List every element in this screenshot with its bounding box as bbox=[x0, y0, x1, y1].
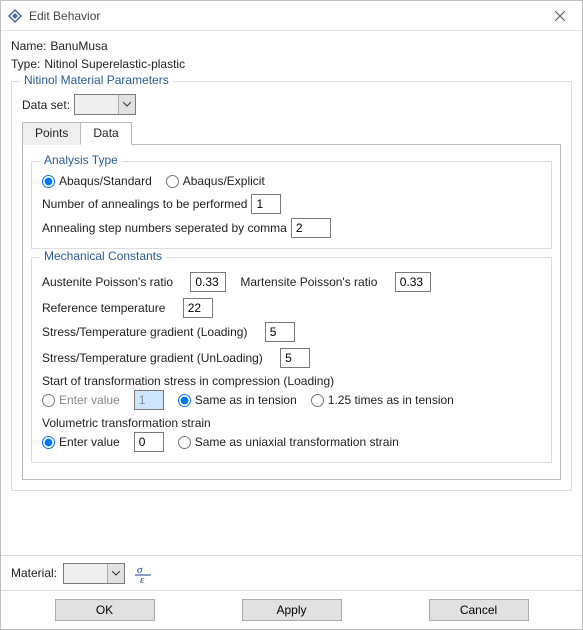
vts-header: Volumetric transformation strain bbox=[42, 416, 211, 430]
name-label: Name: bbox=[11, 39, 46, 53]
aust-input[interactable] bbox=[190, 272, 226, 292]
mech-constants-legend: Mechanical Constants bbox=[40, 249, 166, 263]
dataset-label: Data set: bbox=[22, 98, 70, 112]
radio-vts-enter-input[interactable] bbox=[42, 436, 55, 449]
dataset-combo[interactable] bbox=[74, 94, 136, 115]
type-label: Type: bbox=[11, 57, 40, 71]
close-icon bbox=[555, 11, 565, 21]
close-button[interactable] bbox=[538, 1, 582, 31]
radio-vts-same-input[interactable] bbox=[178, 436, 191, 449]
radio-vts-same[interactable]: Same as uniaxial transformation strain bbox=[178, 435, 399, 449]
radio-soc-enter[interactable]: Enter value bbox=[42, 393, 120, 407]
radio-abaqus-standard-input[interactable] bbox=[42, 175, 55, 188]
anneal-steps-input[interactable] bbox=[291, 218, 331, 238]
aust-label: Austenite Poisson's ratio bbox=[42, 275, 173, 289]
nitinol-params-group: Nitinol Material Parameters Data set: Po… bbox=[11, 81, 572, 491]
radio-vts-enter[interactable]: Enter value bbox=[42, 435, 120, 449]
ok-button[interactable]: OK bbox=[55, 599, 155, 621]
grad-unload-input[interactable] bbox=[280, 348, 310, 368]
material-bar: Material: σ ε bbox=[1, 555, 582, 590]
anneal-count-input[interactable] bbox=[251, 194, 281, 214]
cancel-button[interactable]: Cancel bbox=[429, 599, 529, 621]
nitinol-params-legend: Nitinol Material Parameters bbox=[20, 73, 173, 87]
app-icon bbox=[7, 8, 23, 24]
tabs: Points Data bbox=[22, 121, 561, 145]
tab-points[interactable]: Points bbox=[22, 122, 81, 145]
radio-soc-125-label: 1.25 times as in tension bbox=[328, 393, 454, 407]
chevron-down-icon bbox=[118, 95, 135, 114]
radio-abaqus-explicit[interactable]: Abaqus/Explicit bbox=[166, 174, 265, 188]
reft-input[interactable] bbox=[183, 298, 213, 318]
mart-label: Martensite Poisson's ratio bbox=[240, 275, 377, 289]
radio-abaqus-explicit-input[interactable] bbox=[166, 175, 179, 188]
mart-input[interactable] bbox=[395, 272, 431, 292]
dialog-content: Name: BanuMusa Type: Nitinol Superelasti… bbox=[1, 31, 582, 555]
window-title: Edit Behavior bbox=[29, 9, 100, 23]
vts-enter-input[interactable] bbox=[134, 432, 164, 452]
chevron-down-icon bbox=[107, 564, 124, 583]
stress-strain-icon[interactable]: σ ε bbox=[131, 562, 155, 584]
apply-button[interactable]: Apply bbox=[242, 599, 342, 621]
anneal-steps-label: Annealing step numbers seperated by comm… bbox=[42, 221, 287, 235]
radio-vts-same-label: Same as uniaxial transformation strain bbox=[195, 435, 399, 449]
radio-soc-same-input[interactable] bbox=[178, 394, 191, 407]
analysis-type-group: Analysis Type Abaqus/Standard Abaqus/Exp… bbox=[31, 161, 552, 249]
radio-vts-enter-label: Enter value bbox=[59, 435, 120, 449]
radio-soc-same[interactable]: Same as in tension bbox=[178, 393, 297, 407]
tab-data[interactable]: Data bbox=[80, 122, 131, 145]
radio-soc-125[interactable]: 1.25 times as in tension bbox=[311, 393, 454, 407]
radio-soc-same-label: Same as in tension bbox=[195, 393, 297, 407]
analysis-type-legend: Analysis Type bbox=[40, 153, 122, 167]
svg-text:ε: ε bbox=[140, 574, 145, 583]
button-bar: OK Apply Cancel bbox=[1, 590, 582, 629]
titlebar: Edit Behavior bbox=[1, 1, 582, 31]
grad-unload-label: Stress/Temperature gradient (UnLoading) bbox=[42, 351, 263, 365]
soc-header: Start of transformation stress in compre… bbox=[42, 374, 334, 388]
tab-data-body: Analysis Type Abaqus/Standard Abaqus/Exp… bbox=[22, 145, 561, 480]
radio-abaqus-explicit-label: Abaqus/Explicit bbox=[183, 174, 265, 188]
mech-constants-group: Mechanical Constants Austenite Poisson's… bbox=[31, 257, 552, 463]
radio-soc-125-input[interactable] bbox=[311, 394, 324, 407]
material-label: Material: bbox=[11, 566, 57, 580]
anneal-count-label: Number of annealings to be performed bbox=[42, 197, 247, 211]
soc-enter-input[interactable] bbox=[134, 390, 164, 410]
material-combo[interactable] bbox=[63, 563, 125, 584]
type-value: Nitinol Superelastic-plastic bbox=[44, 57, 185, 71]
grad-load-input[interactable] bbox=[265, 322, 295, 342]
name-value: BanuMusa bbox=[50, 39, 107, 53]
reft-label: Reference temperature bbox=[42, 301, 165, 315]
radio-abaqus-standard[interactable]: Abaqus/Standard bbox=[42, 174, 152, 188]
radio-soc-enter-label: Enter value bbox=[59, 393, 120, 407]
radio-soc-enter-input[interactable] bbox=[42, 394, 55, 407]
radio-abaqus-standard-label: Abaqus/Standard bbox=[59, 174, 152, 188]
grad-load-label: Stress/Temperature gradient (Loading) bbox=[42, 325, 247, 339]
